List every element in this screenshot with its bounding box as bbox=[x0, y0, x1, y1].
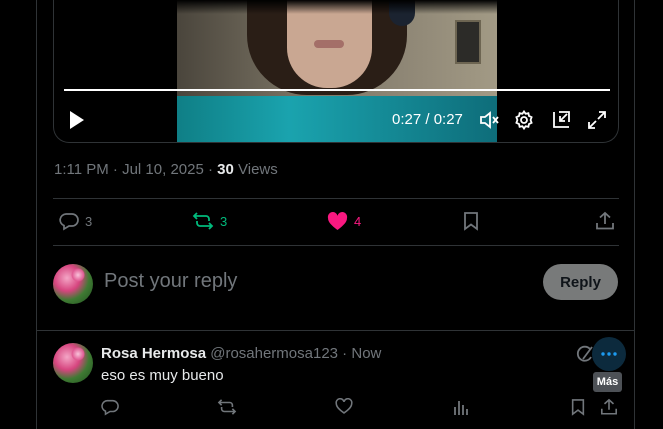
reply-views-icon[interactable] bbox=[452, 398, 472, 418]
bookmark-action[interactable] bbox=[462, 210, 480, 232]
video-progress-bar[interactable] bbox=[64, 89, 610, 91]
share-icon bbox=[595, 211, 615, 231]
timeline-column: 0:27 / 0:27 1:11 PM · Jul 10, 2025 · 30 … bbox=[36, 0, 635, 429]
reply-repost-icon[interactable] bbox=[217, 398, 237, 418]
reply-icon bbox=[59, 211, 79, 231]
user-avatar[interactable] bbox=[53, 264, 93, 304]
bookmark-icon bbox=[462, 211, 480, 231]
reply-text: eso es muy bueno bbox=[101, 367, 224, 384]
like-count: 4 bbox=[354, 213, 362, 229]
repost-icon bbox=[192, 211, 214, 231]
more-dots-icon bbox=[601, 352, 617, 356]
mute-icon[interactable] bbox=[478, 109, 500, 131]
picture-in-picture-icon[interactable] bbox=[550, 109, 572, 131]
views-label: Views bbox=[238, 161, 278, 178]
reply-reply-icon[interactable] bbox=[101, 398, 121, 418]
reply-bookmark-icon[interactable] bbox=[570, 398, 590, 418]
share-action[interactable] bbox=[595, 210, 615, 232]
post-timestamp[interactable]: 1:11 PM · Jul 10, 2025 bbox=[54, 161, 204, 178]
fullscreen-icon[interactable] bbox=[586, 109, 608, 131]
reply-author-handle[interactable]: @rosahermosa123 bbox=[210, 345, 338, 362]
reply-time[interactable]: Now bbox=[351, 345, 381, 362]
reply-action[interactable]: 3 bbox=[59, 210, 92, 232]
heart-filled-icon bbox=[327, 211, 348, 231]
reply-like-icon[interactable] bbox=[335, 398, 355, 418]
video-time: 0:27 / 0:27 bbox=[392, 111, 463, 128]
repost-count: 3 bbox=[220, 213, 228, 229]
reply-input[interactable]: Post your reply bbox=[104, 270, 237, 293]
more-options-button[interactable] bbox=[592, 337, 626, 371]
like-action[interactable]: 4 bbox=[327, 210, 361, 232]
views-count: 30 bbox=[217, 161, 234, 178]
reply-author-line: Rosa Hermosa @rosahermosa123 · Now bbox=[101, 345, 382, 362]
reply-author-name[interactable]: Rosa Hermosa bbox=[101, 345, 206, 362]
settings-gear-icon[interactable] bbox=[513, 109, 535, 131]
reply-button[interactable]: Reply bbox=[543, 264, 618, 300]
reply-share-icon[interactable] bbox=[600, 398, 620, 418]
post-metadata: 1:11 PM · Jul 10, 2025 · 30 Views bbox=[54, 161, 278, 178]
video-player[interactable]: 0:27 / 0:27 bbox=[53, 0, 619, 143]
more-tooltip: Más bbox=[593, 372, 622, 392]
divider bbox=[53, 198, 619, 199]
play-icon[interactable] bbox=[68, 110, 86, 130]
repost-action[interactable]: 3 bbox=[192, 210, 227, 232]
divider bbox=[36, 330, 635, 331]
reply-count: 3 bbox=[85, 213, 93, 229]
divider bbox=[53, 245, 619, 246]
reply-author-avatar[interactable] bbox=[53, 343, 93, 383]
